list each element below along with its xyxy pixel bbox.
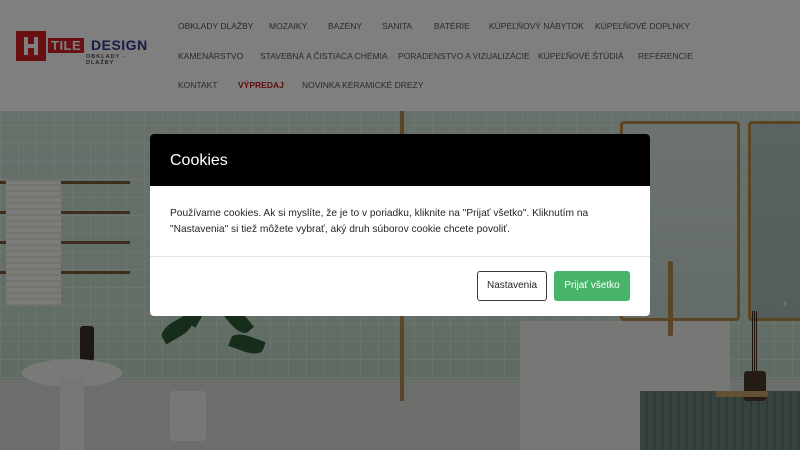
cookies-dialog-title: Cookies <box>170 152 228 169</box>
cookies-dialog-header: Cookies <box>150 134 650 186</box>
cookies-dialog-divider <box>150 256 650 257</box>
accept-all-button[interactable]: Prijať všetko <box>554 271 630 301</box>
cookies-dialog: Cookies Používame cookies. Ak si myslíte… <box>150 134 650 316</box>
cookies-dialog-text: Používame cookies. Ak si myslíte, že je … <box>170 208 589 235</box>
cookie-settings-button[interactable]: Nastavenia <box>477 271 547 301</box>
